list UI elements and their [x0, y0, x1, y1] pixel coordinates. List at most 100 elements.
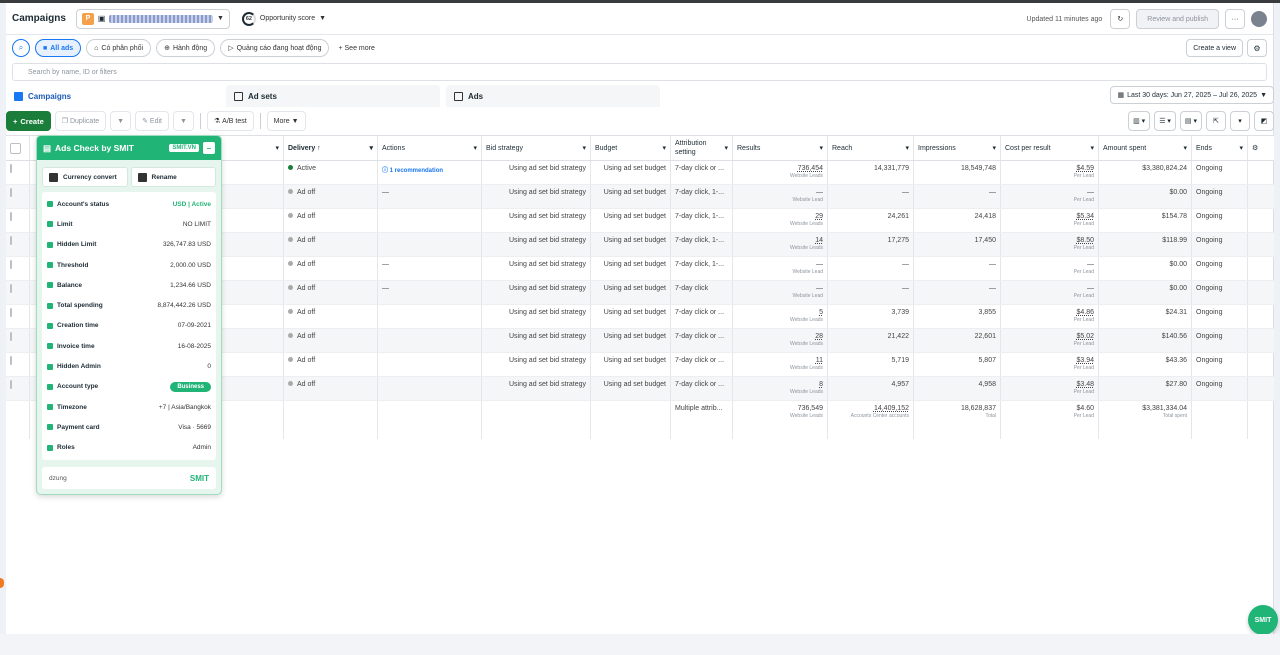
chart-icon[interactable]: ◩ [1254, 111, 1274, 131]
cost-per-result-cell: $8.50 Per Lead [1001, 233, 1099, 256]
edit-button[interactable]: ✎ Edit [135, 111, 169, 131]
delivery-cell: Ad off [284, 209, 378, 232]
more-button[interactable]: More ▼ [266, 111, 306, 131]
smit-info-list: Account's status USD | Active Limit NO LIMI… [42, 192, 216, 460]
see-more-button[interactable]: + See more [338, 45, 374, 52]
opportunity-score-label: Opportunity score [259, 15, 316, 22]
col-results[interactable]: Results ▾ [733, 136, 828, 160]
totals-attr: Multiple attrib... [671, 401, 733, 439]
row-checkbox[interactable] [6, 305, 30, 328]
flask-icon: ⚗ [213, 118, 223, 125]
export-dropdown[interactable]: ▾ [1230, 111, 1250, 131]
duplicate-dropdown[interactable]: ▼ [110, 111, 132, 131]
duplicate-button[interactable]: ❐ Duplicate [54, 111, 107, 131]
account-badge: P [81, 12, 94, 25]
col-ends[interactable]: Ends ▾ [1192, 136, 1248, 160]
breakdown-icon[interactable]: ☰ ▾ [1154, 111, 1176, 131]
currency-convert-button[interactable]: Currency convert [42, 167, 128, 187]
col-bid-strategy[interactable]: Bid strategy ▾ [482, 136, 591, 160]
tab-ads[interactable]: Ads [446, 85, 660, 107]
avatar[interactable] [1251, 11, 1267, 27]
budget-cell: Using ad set budget [591, 353, 671, 376]
reports-icon[interactable]: ▤ ▾ [1179, 111, 1202, 131]
row-checkbox[interactable] [6, 161, 30, 184]
smit-info-value: 0 [207, 363, 211, 371]
columns-icon[interactable]: ▥ ▾ [1128, 111, 1151, 131]
create-view-button[interactable]: Create a view [1186, 39, 1243, 57]
chevron-down-icon: ▾ [275, 145, 279, 152]
chip-actions[interactable]: ⊕ Hành động [156, 39, 216, 57]
actions-cell [378, 305, 482, 328]
review-publish-button[interactable]: Review and publish [1136, 9, 1219, 29]
col-label: Results [737, 144, 761, 152]
smit-info-key: Balance [47, 282, 82, 289]
row-checkbox[interactable] [6, 281, 30, 304]
row-checkbox[interactable] [6, 329, 30, 352]
reach-cell: — [828, 257, 914, 280]
results-cell: 8 Website Leads [733, 377, 828, 400]
select-all-checkbox[interactable] [6, 136, 30, 160]
row-checkbox[interactable] [6, 257, 30, 280]
tab-campaigns[interactable]: Campaigns [6, 85, 220, 107]
status-dot [288, 237, 293, 242]
smit-floating-button[interactable]: SMIT [1248, 605, 1278, 635]
settings-icon[interactable]: ⚙ [1247, 39, 1267, 57]
smit-info-row: Balance 1,234.66 USD [47, 275, 211, 295]
results-cell: 29 Website Leads [733, 209, 828, 232]
actions-cell [378, 233, 482, 256]
attribution-cell: 7-day click or ... [671, 377, 733, 400]
row-checkbox[interactable] [6, 233, 30, 256]
search-input[interactable]: Search by name, ID or filters [12, 63, 1267, 81]
search-icon[interactable]: ⌕ [12, 39, 30, 57]
smit-info-row: Roles Admin [47, 438, 211, 458]
duplicate-label: Duplicate [69, 117, 100, 125]
col-cost-per-result[interactable]: Cost per result ▾ [1001, 136, 1099, 160]
account-selector[interactable]: P ▣ ▼ [75, 8, 230, 29]
opportunity-score[interactable]: 62 Opportunity score ▼ [241, 11, 326, 26]
chip-active-ads[interactable]: ▷ Quảng cáo đang hoạt động [220, 39, 330, 57]
more-options-button[interactable]: ··· [1225, 9, 1245, 29]
chip-all-ads[interactable]: ■ All ads [35, 39, 82, 57]
ab-test-button[interactable]: ⚗ A/B test [206, 111, 254, 131]
actions-cell [378, 377, 482, 400]
actions-cell[interactable]: ⓘ 1 recommendation [378, 161, 482, 184]
row-checkbox[interactable] [6, 377, 30, 400]
smit-info-key: Invoice time [47, 343, 95, 350]
col-label: Amount spent [1103, 144, 1147, 152]
smit-info-key: Hidden Limit [47, 241, 96, 248]
export-icon[interactable]: ⇱ [1206, 111, 1226, 131]
chip-delivering[interactable]: ⌂ Có phân phối [86, 39, 152, 57]
col-impressions[interactable]: Impressions ▾ [914, 136, 1001, 160]
edit-dropdown[interactable]: ▼ [172, 111, 194, 131]
smit-panel-header: ▤ Ads Check by SMIT SMIT.VN – [37, 136, 221, 160]
chip-label: Quảng cáo đang hoạt động [236, 44, 322, 52]
totals-results-sub: Website Leads [790, 413, 823, 419]
row-checkbox[interactable] [6, 209, 30, 232]
smit-info-row: Invoice time 16-08-2025 [47, 336, 211, 356]
tab-label: Ad sets [248, 91, 277, 101]
results-cell: — Website Lead [733, 281, 828, 304]
row-checkbox[interactable] [6, 185, 30, 208]
rename-button[interactable]: Rename [130, 167, 216, 187]
smit-badge[interactable]: SMIT.VN [169, 144, 199, 152]
col-budget[interactable]: Budget ▾ [591, 136, 671, 160]
create-button[interactable]: + Create [6, 111, 51, 131]
smit-info-row: Account's status USD | Active [47, 194, 211, 214]
date-range-picker[interactable]: ▦ Last 30 days: Jun 27, 2025 – Jul 26, 20… [1110, 86, 1274, 104]
minimize-button[interactable]: – [203, 142, 215, 154]
refresh-icon[interactable]: ↻ [1110, 9, 1131, 29]
col-delivery[interactable]: Delivery ↑ ▾ [284, 136, 378, 160]
tab-ad-sets[interactable]: Ad sets [226, 85, 440, 107]
col-settings[interactable]: ⚙ [1248, 136, 1272, 160]
ab-test-label: A/B test [222, 117, 247, 125]
col-reach[interactable]: Reach ▾ [828, 136, 914, 160]
impressions-cell: — [914, 257, 1001, 280]
col-actions[interactable]: Actions ▾ [378, 136, 482, 160]
col-amount-spent[interactable]: Amount spent ▾ [1099, 136, 1192, 160]
col-attribution[interactable]: Attribution setting ▾ [671, 136, 733, 160]
row-checkbox[interactable] [6, 353, 30, 376]
actions-cell [378, 329, 482, 352]
status-dot [288, 309, 293, 314]
tab-label: Campaigns [28, 91, 72, 101]
chevron-down-icon: ▾ [662, 145, 666, 152]
